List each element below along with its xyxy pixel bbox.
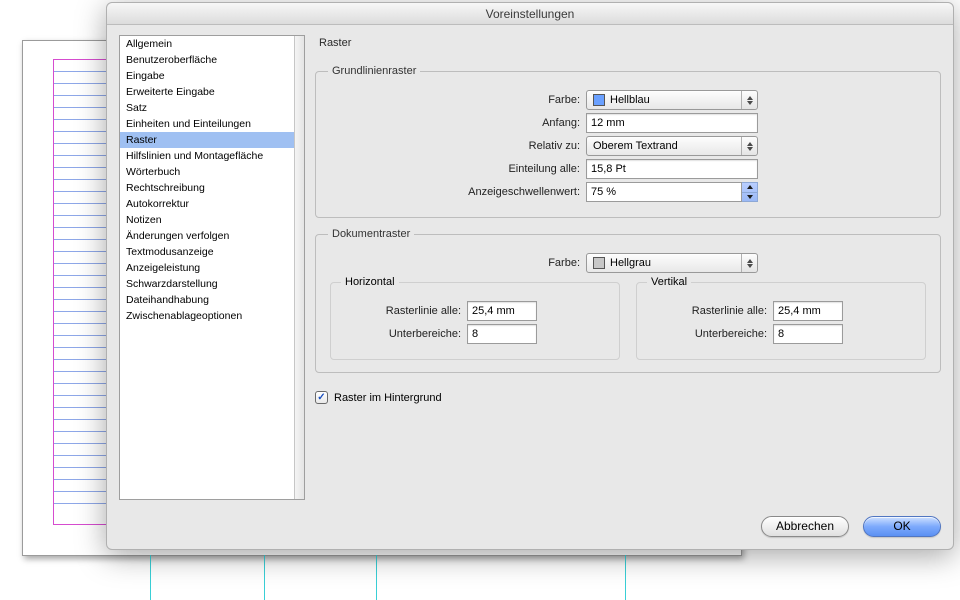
docgrid-color-select[interactable]: Hellgrau bbox=[586, 253, 758, 273]
label-start: Anfang: bbox=[328, 117, 580, 129]
baseline-color-select[interactable]: Hellblau bbox=[586, 90, 758, 110]
v-gridline-input[interactable] bbox=[773, 301, 843, 321]
select-stepper-icon bbox=[741, 137, 757, 155]
label-v-subdiv: Unterbereiche: bbox=[647, 328, 767, 340]
guide-line bbox=[376, 555, 377, 600]
label-threshold: Anzeigeschwellenwert: bbox=[328, 186, 580, 198]
panel-title: Raster bbox=[315, 35, 941, 55]
baseline-threshold-stepper[interactable] bbox=[586, 182, 758, 202]
baseline-increment-input[interactable] bbox=[586, 159, 758, 179]
sidebar-item[interactable]: Eingabe bbox=[120, 68, 294, 84]
baseline-relative-value: Oberem Textrand bbox=[593, 140, 678, 152]
document-grid-group: Dokumentraster Farbe: Hellgrau Horizonta… bbox=[315, 228, 941, 373]
sidebar-item[interactable]: Einheiten und Einteilungen bbox=[120, 116, 294, 132]
dialog-title: Voreinstellungen bbox=[107, 3, 953, 25]
label-relative: Relativ zu: bbox=[328, 140, 580, 152]
sidebar-item[interactable]: Wörterbuch bbox=[120, 164, 294, 180]
baseline-relative-select[interactable]: Oberem Textrand bbox=[586, 136, 758, 156]
sidebar-item[interactable]: Schwarzdarstellung bbox=[120, 276, 294, 292]
sidebar-item[interactable]: Satz bbox=[120, 100, 294, 116]
label-docgrid-color: Farbe: bbox=[328, 257, 580, 269]
v-subdiv-input[interactable] bbox=[773, 324, 843, 344]
sidebar-item[interactable]: Anzeigeleistung bbox=[120, 260, 294, 276]
vertical-legend: Vertikal bbox=[647, 276, 691, 288]
sidebar-item[interactable]: Rechtschreibung bbox=[120, 180, 294, 196]
sidebar-item[interactable]: Allgemein bbox=[120, 36, 294, 52]
sidebar-item[interactable]: Hilfslinien und Montagefläche bbox=[120, 148, 294, 164]
baseline-grid-group: Grundlinienraster Farbe: Hellblau Anfang… bbox=[315, 65, 941, 218]
label-color: Farbe: bbox=[328, 94, 580, 106]
sidebar-item[interactable]: Raster bbox=[120, 132, 294, 148]
vertical-subgroup: Vertikal Rasterlinie alle: Unterbereiche… bbox=[636, 276, 926, 360]
color-swatch-icon bbox=[593, 257, 605, 269]
color-swatch-icon bbox=[593, 94, 605, 106]
sidebar-item[interactable]: Notizen bbox=[120, 212, 294, 228]
document-grid-legend: Dokumentraster bbox=[328, 228, 414, 240]
grids-in-back-checkbox[interactable]: ✓ bbox=[315, 391, 328, 404]
label-v-gridline: Rasterlinie alle: bbox=[647, 305, 767, 317]
baseline-start-input[interactable] bbox=[586, 113, 758, 133]
sidebar-scrollbar[interactable] bbox=[294, 36, 304, 499]
docgrid-color-value: Hellgrau bbox=[610, 257, 651, 269]
baseline-grid-legend: Grundlinienraster bbox=[328, 65, 420, 77]
sidebar-item[interactable]: Autokorrektur bbox=[120, 196, 294, 212]
ok-button[interactable]: OK bbox=[863, 516, 941, 537]
baseline-threshold-input[interactable] bbox=[586, 182, 742, 202]
label-h-gridline: Rasterlinie alle: bbox=[341, 305, 461, 317]
sidebar-item[interactable]: Benutzeroberfläche bbox=[120, 52, 294, 68]
label-h-subdiv: Unterbereiche: bbox=[341, 328, 461, 340]
sidebar-item[interactable]: Änderungen verfolgen bbox=[120, 228, 294, 244]
guide-line bbox=[625, 555, 626, 600]
sidebar-item[interactable]: Zwischenablageoptionen bbox=[120, 308, 294, 324]
horizontal-legend: Horizontal bbox=[341, 276, 399, 288]
h-gridline-input[interactable] bbox=[467, 301, 537, 321]
guide-line bbox=[264, 555, 265, 600]
sidebar-item[interactable]: Erweiterte Eingabe bbox=[120, 84, 294, 100]
grids-in-back-label: Raster im Hintergrund bbox=[334, 392, 442, 404]
category-sidebar: AllgemeinBenutzeroberflächeEingabeErweit… bbox=[119, 35, 305, 500]
select-stepper-icon bbox=[741, 254, 757, 272]
h-subdiv-input[interactable] bbox=[467, 324, 537, 344]
preferences-dialog: Voreinstellungen AllgemeinBenutzeroberfl… bbox=[106, 2, 954, 550]
select-stepper-icon bbox=[741, 91, 757, 109]
baseline-color-value: Hellblau bbox=[610, 94, 650, 106]
sidebar-item[interactable]: Dateihandhabung bbox=[120, 292, 294, 308]
label-increment: Einteilung alle: bbox=[328, 163, 580, 175]
guide-line bbox=[150, 555, 151, 600]
stepper-buttons-icon[interactable] bbox=[742, 182, 758, 202]
sidebar-item[interactable]: Textmodusanzeige bbox=[120, 244, 294, 260]
horizontal-subgroup: Horizontal Rasterlinie alle: Unterbereic… bbox=[330, 276, 620, 360]
cancel-button[interactable]: Abbrechen bbox=[761, 516, 849, 537]
